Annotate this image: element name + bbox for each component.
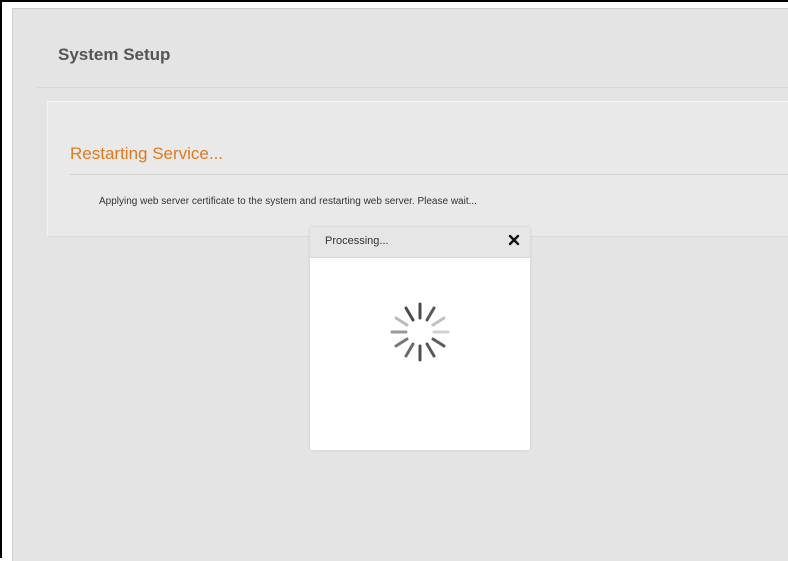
restart-message: Applying web server certificate to the s… <box>99 196 477 207</box>
loading-spinner-icon <box>390 302 450 362</box>
dialog-header: Processing... <box>310 227 530 258</box>
close-icon[interactable] <box>506 232 522 248</box>
dialog-title: Processing... <box>325 235 389 247</box>
panel-divider <box>70 174 788 175</box>
title-divider <box>37 87 788 88</box>
restart-service-panel: Restarting Service... Applying web serve… <box>47 101 788 237</box>
close-icon[interactable] <box>506 232 522 248</box>
page-title: System Setup <box>58 45 171 64</box>
screenshot-frame: System Setup Restarting Service... Apply… <box>0 0 788 561</box>
panel-heading: Restarting Service... <box>70 144 224 163</box>
processing-dialog: Processing... <box>310 227 530 450</box>
